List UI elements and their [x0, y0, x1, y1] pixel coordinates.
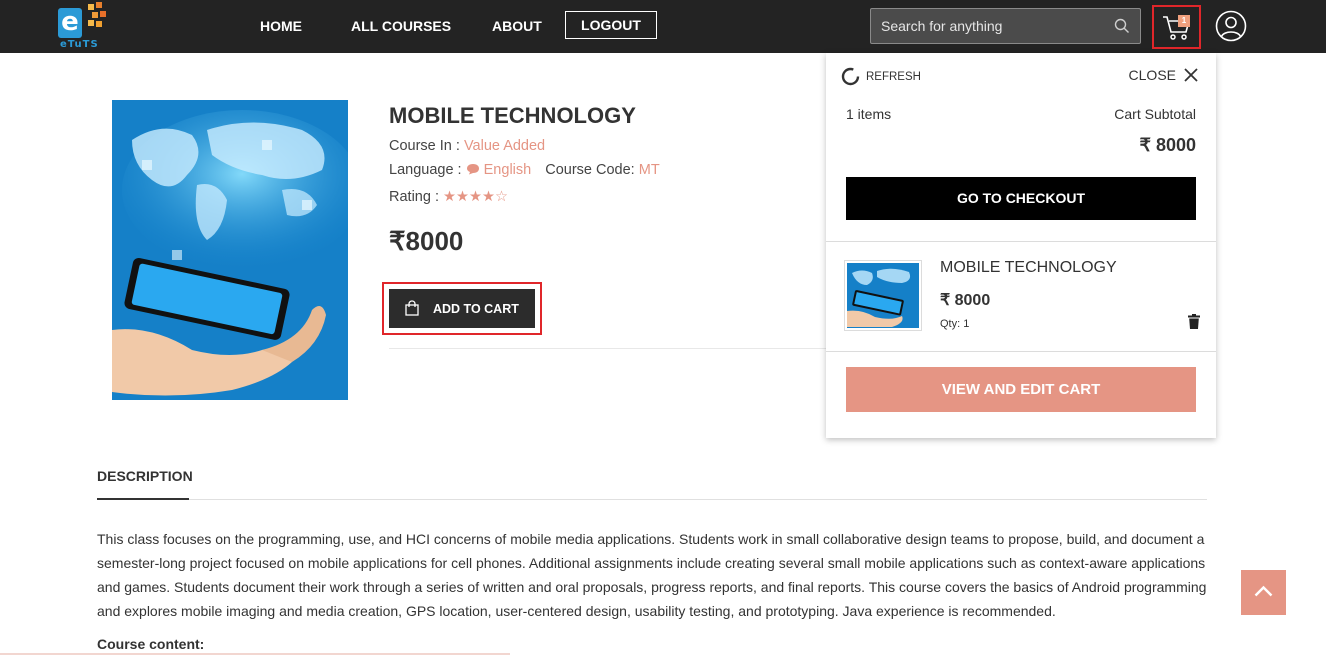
- chevron-up-icon: [1254, 585, 1273, 597]
- add-to-cart-highlight: ADD TO CART: [382, 282, 542, 335]
- close-icon: [1184, 68, 1198, 82]
- rating-stars: ★★★★☆: [443, 189, 508, 205]
- view-and-edit-cart-button[interactable]: VIEW AND EDIT CART: [846, 367, 1196, 412]
- refresh-icon: [841, 67, 860, 86]
- search-input[interactable]: [881, 9, 1111, 43]
- star-filled-icon: ★: [443, 189, 457, 205]
- logout-button[interactable]: LOGOUT: [565, 11, 657, 39]
- shopping-bag-icon: [405, 300, 419, 316]
- tab-active-underline: [97, 498, 189, 500]
- cart-item-thumbnail[interactable]: [844, 260, 922, 331]
- course-in-label: Course In :: [389, 138, 460, 154]
- scroll-to-top-button[interactable]: [1241, 570, 1286, 615]
- course-image-illustration: [112, 100, 348, 400]
- course-image: [112, 100, 348, 400]
- divider: [389, 348, 829, 349]
- course-code-label: Course Code:: [545, 162, 635, 178]
- nav-about[interactable]: ABOUT: [492, 18, 542, 34]
- cart-item-image: [847, 263, 919, 328]
- course-code-value: MT: [638, 162, 660, 178]
- language-label: Language :: [389, 162, 462, 178]
- divider: [826, 241, 1216, 242]
- user-account-icon[interactable]: [1215, 10, 1247, 42]
- star-filled-icon: ★: [482, 189, 496, 205]
- trash-icon[interactable]: [1188, 314, 1200, 329]
- search-icon[interactable]: [1114, 18, 1130, 34]
- search-box: [870, 8, 1141, 44]
- nav-all-courses[interactable]: ALL COURSES: [351, 18, 451, 34]
- refresh-button[interactable]: REFRESH: [841, 67, 921, 86]
- cart-item-price: ₹ 8000: [940, 292, 991, 309]
- star-filled-icon: ★: [469, 189, 483, 205]
- logo-e-glyph: e: [58, 8, 82, 38]
- go-to-checkout-button[interactable]: GO TO CHECKOUT: [846, 177, 1196, 220]
- refresh-label: REFRESH: [866, 70, 921, 83]
- course-in-value[interactable]: Value Added: [464, 138, 545, 154]
- speech-bubble-icon: [466, 164, 479, 175]
- add-to-cart-button[interactable]: ADD TO CART: [389, 289, 535, 328]
- top-navbar: e eTuTS HOME ALL COURSES ABOUT LOGOUT 1: [0, 0, 1326, 53]
- star-empty-icon: ☆: [495, 189, 509, 205]
- cart-button[interactable]: 1: [1152, 5, 1201, 49]
- rating-row: Rating : ★★★★☆: [389, 189, 508, 205]
- cart-item-name[interactable]: MOBILE TECHNOLOGY: [940, 259, 1117, 277]
- rating-label: Rating :: [389, 189, 439, 205]
- course-price: ₹8000: [389, 226, 464, 256]
- language-value: English: [483, 162, 532, 178]
- nav-home[interactable]: HOME: [260, 18, 302, 34]
- add-to-cart-label: ADD TO CART: [433, 302, 519, 316]
- close-label: CLOSE: [1128, 67, 1176, 83]
- close-button[interactable]: CLOSE: [1129, 67, 1198, 83]
- cart-item-qty: Qty: 1: [940, 318, 970, 330]
- logo-book-icon: [84, 2, 108, 36]
- divider: [826, 351, 1216, 352]
- divider: [189, 499, 1207, 500]
- logo-text: eTuTS: [60, 39, 99, 50]
- tab-description[interactable]: DESCRIPTION: [97, 468, 193, 484]
- language-row: Language : English Course Code: MT: [389, 162, 660, 178]
- etuts-logo[interactable]: e eTuTS: [56, 2, 112, 50]
- course-content-heading: Course content:: [97, 636, 205, 652]
- description-text: This class focuses on the programming, u…: [97, 531, 1207, 619]
- cart-dropdown: REFRESH CLOSE 1 items Cart Subtotal ₹ 80…: [826, 53, 1216, 438]
- cart-items-count: 1 items: [846, 106, 892, 122]
- cart-count-badge: 1: [1178, 15, 1190, 27]
- course-in-row: Course In : Value Added: [389, 138, 545, 154]
- star-filled-icon: ★: [456, 189, 470, 205]
- course-title: MOBILE TECHNOLOGY: [389, 103, 636, 128]
- cart-subtotal-value: ₹ 8000: [1139, 135, 1197, 155]
- cart-subtotal-label: Cart Subtotal: [1114, 106, 1196, 122]
